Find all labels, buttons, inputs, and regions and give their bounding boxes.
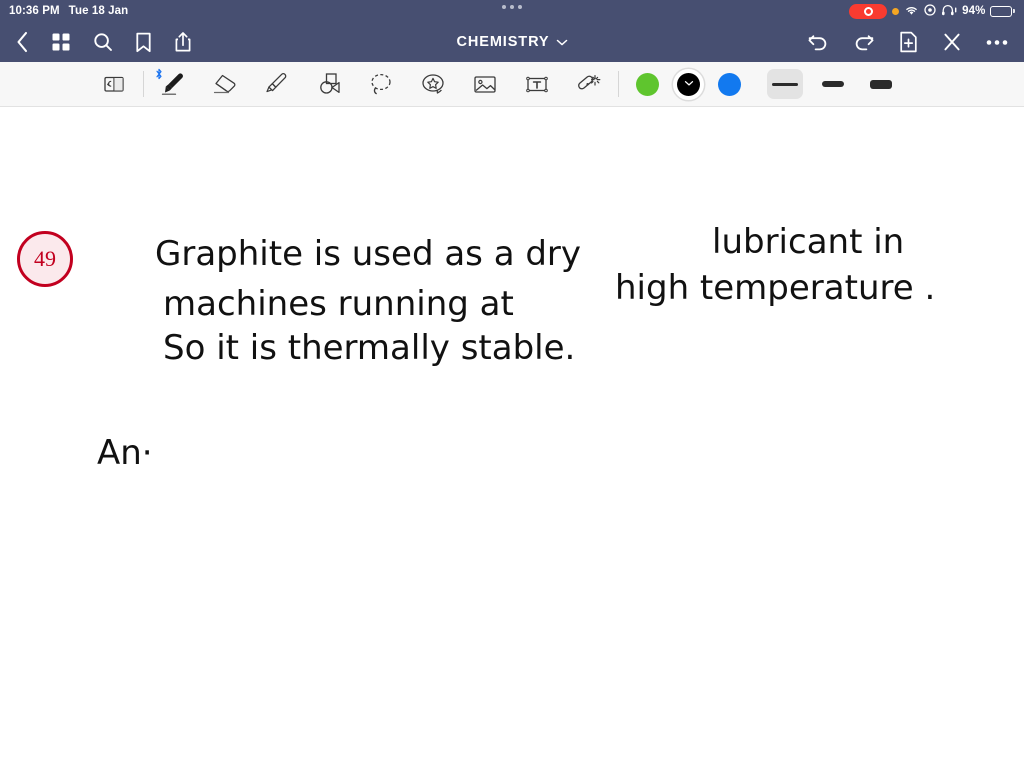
status-bar-left: 10:36 PM Tue 18 Jan (9, 5, 128, 17)
pen-tool[interactable] (147, 64, 199, 104)
stroke-width-group (767, 69, 899, 99)
location-icon (924, 3, 936, 19)
handwriting-line-1a: Graphite is used as a dry (155, 234, 581, 274)
page-flip-tool[interactable] (88, 64, 140, 104)
headphones-icon (941, 4, 957, 19)
stroke-thick-button[interactable] (863, 69, 899, 99)
handwriting-layer: Graphite is used as a dry lubricant in m… (97, 222, 935, 473)
document-title-button[interactable]: CHEMISTRY (457, 34, 568, 50)
handle-dot (518, 5, 522, 9)
status-bar: 10:36 PM Tue 18 Jan 94% (0, 0, 1024, 22)
page-number-badge[interactable]: 49 (17, 231, 73, 287)
text-tool[interactable] (511, 64, 563, 104)
status-bar-right: 94% (849, 3, 1015, 19)
thumbnails-button[interactable] (51, 32, 71, 52)
color-green-swatch[interactable] (636, 72, 659, 96)
sticker-tool[interactable] (407, 64, 459, 104)
note-canvas[interactable]: 49 Graphite is used as a dry lubricant i… (0, 107, 1024, 768)
add-page-button[interactable] (899, 31, 918, 53)
stroke-thick-bar (870, 79, 892, 89)
image-tool[interactable] (459, 64, 511, 104)
status-time: 10:36 PM (9, 5, 60, 17)
search-button[interactable] (93, 32, 113, 52)
handwriting-line-2a: machines running at (163, 284, 514, 324)
stroke-medium-bar (822, 81, 844, 87)
handwriting-line-4: An· (97, 433, 153, 473)
shapes-tool[interactable] (303, 64, 355, 104)
orange-privacy-dot-icon (892, 7, 900, 15)
lasso-tool[interactable] (355, 64, 407, 104)
eraser-tool[interactable] (199, 64, 251, 104)
more-button[interactable] (986, 39, 1008, 46)
tool-bar (0, 62, 1024, 107)
battery-body (990, 5, 1013, 17)
close-button[interactable] (942, 32, 962, 52)
nav-right-group (807, 31, 1008, 53)
stroke-medium-button[interactable] (815, 69, 851, 99)
toolbar-divider (618, 71, 619, 97)
chevron-down-icon (684, 80, 693, 89)
redo-button[interactable] (853, 32, 875, 52)
recording-ring (863, 6, 873, 16)
status-date: Tue 18 Jan (68, 5, 129, 17)
battery-percent-label: 94% (962, 5, 986, 17)
bluetooth-icon (155, 68, 163, 83)
handle-dot (510, 5, 514, 9)
color-swatch-group (636, 72, 741, 96)
handwriting-line-2b: high temperature . (615, 268, 935, 308)
stroke-thin-bar (772, 82, 798, 86)
color-black-swatch[interactable] (677, 72, 700, 96)
wifi-icon (904, 4, 919, 19)
page-number-label: 49 (34, 246, 56, 271)
stroke-thin-button[interactable] (767, 69, 803, 99)
battery-icon (990, 5, 1015, 17)
navigation-bar: CHEMISTRY (0, 22, 1024, 62)
share-button[interactable] (174, 31, 192, 53)
back-button[interactable] (16, 31, 29, 53)
notability-app-window: 10:36 PM Tue 18 Jan 94% CHEMISTRY 49 Gra… (0, 0, 1024, 768)
chevron-down-icon (556, 34, 568, 50)
handwriting-line-1b: lubricant in (712, 222, 904, 262)
page-title: CHEMISTRY (456, 34, 550, 50)
screen-recording-pill-icon[interactable] (849, 3, 888, 19)
nav-left-group (16, 31, 192, 53)
multitasking-handle[interactable] (502, 5, 522, 9)
bookmark-button[interactable] (135, 32, 152, 53)
tool-group (88, 64, 899, 104)
color-blue-swatch[interactable] (718, 72, 741, 96)
toolbar-divider (143, 71, 144, 97)
highlighter-tool[interactable] (251, 64, 303, 104)
magic-wand-tool[interactable] (563, 64, 615, 104)
handle-dot (502, 5, 506, 9)
handwriting-line-3: So it is thermally stable. (163, 328, 575, 368)
battery-cap (1013, 9, 1015, 13)
undo-button[interactable] (807, 32, 829, 52)
